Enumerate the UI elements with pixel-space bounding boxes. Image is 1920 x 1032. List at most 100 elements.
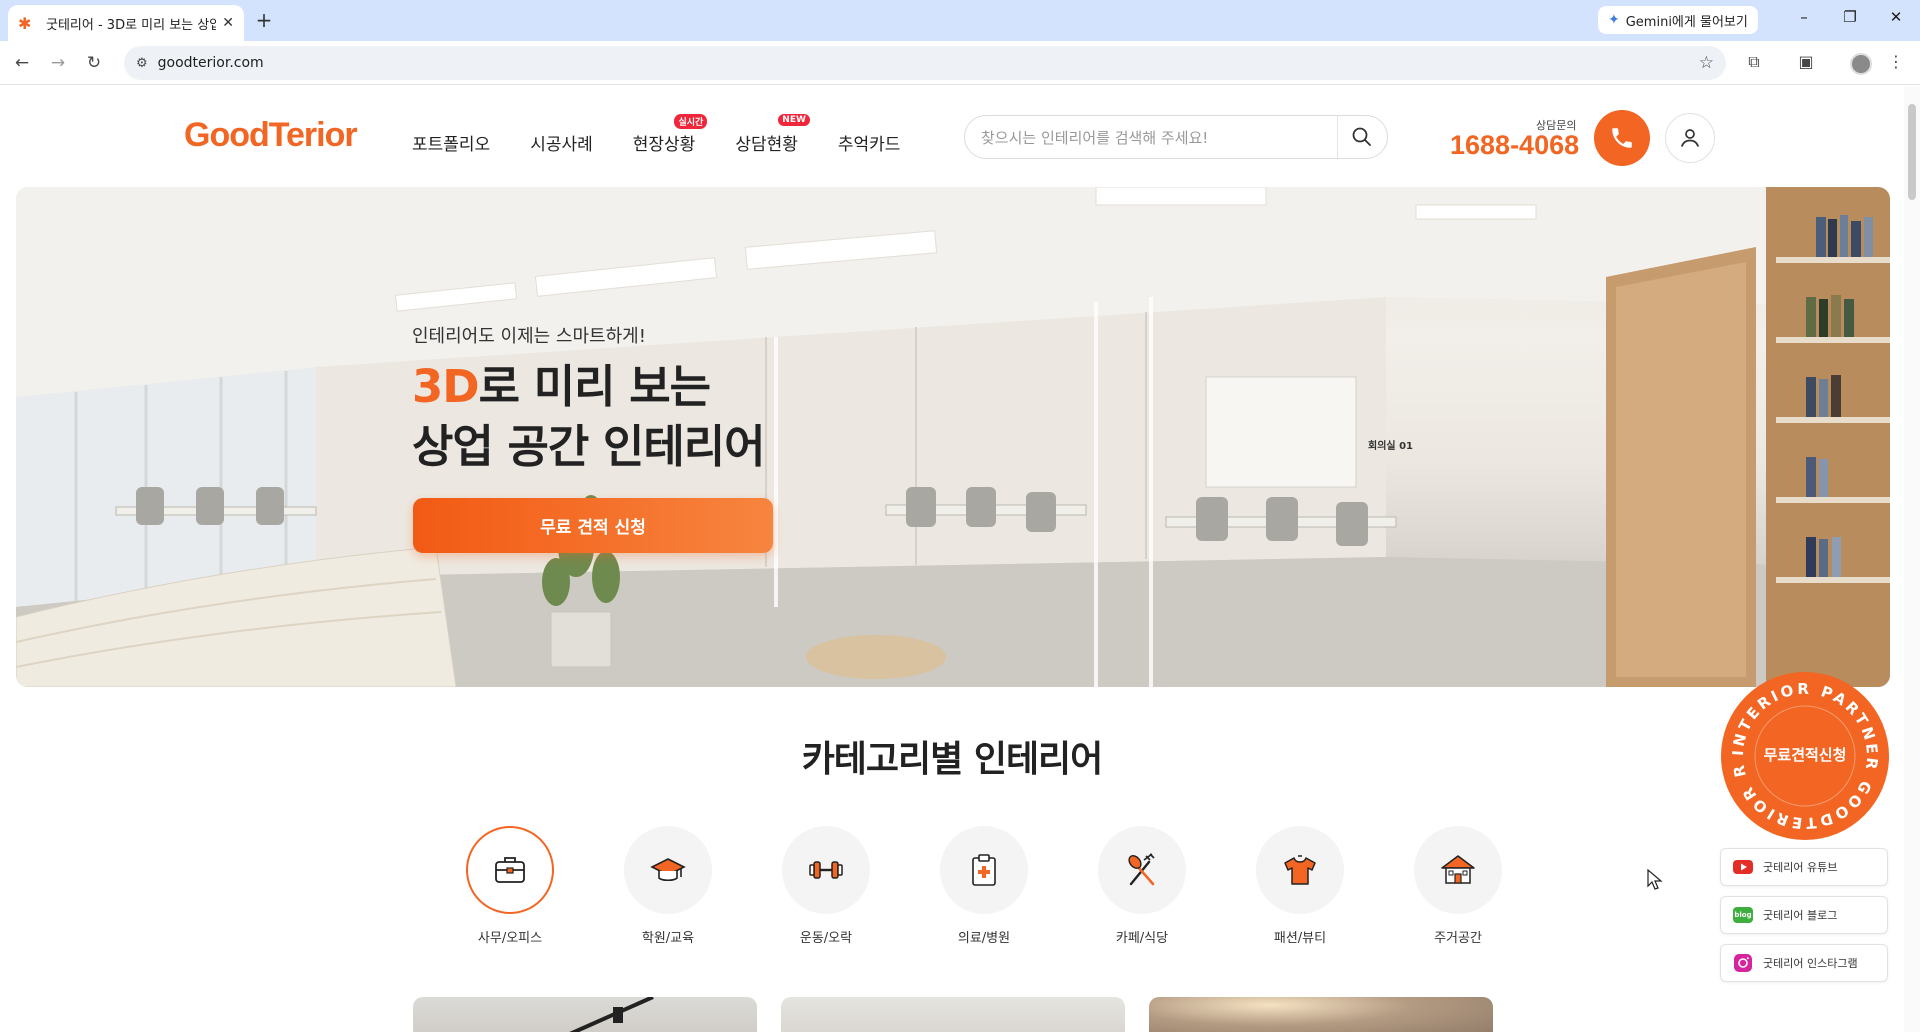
url-text: goodterior.com [157,55,264,71]
badge-center-label[interactable]: 무료견적신청 [1722,744,1888,765]
nav-item-portfolio[interactable]: 포트폴리오 [412,130,490,155]
nav-label: 포트폴리오 [412,135,491,155]
portfolio-thumbnails [413,997,1493,1032]
category-circle[interactable] [1414,826,1502,914]
office-render-image: 회의실 01 [16,187,1890,687]
instagram-label: 굿테리어 인스타그램 [1763,957,1858,970]
address-bar[interactable]: ⚙ goodterior.com ☆ [124,46,1726,80]
close-window-icon[interactable]: ✕ [1876,8,1916,26]
category-circle[interactable] [782,826,870,914]
nav-label: 시공사례 [530,135,593,155]
free-estimate-button[interactable]: 무료 견적 신청 [413,498,773,553]
instagram-link[interactable]: 굿테리어 인스타그램 [1720,944,1888,982]
menu-dots-icon[interactable]: ⋮ [1884,52,1908,71]
blog-label: 굿테리어 블로그 [1763,909,1838,922]
category-circle[interactable] [466,826,554,914]
search-icon[interactable] [1350,125,1374,149]
mouse-cursor-icon [1647,869,1663,890]
hero-title: 3D로 미리 보는 상업 공간 인테리어 [412,357,766,477]
new-badge: NEW [778,114,810,126]
forward-icon[interactable]: → [46,51,70,75]
portfolio-thumbnail[interactable] [781,997,1125,1032]
category-label: 의료/병원 [957,931,1011,946]
fork-spoon-icon [1128,853,1155,886]
nav-item-memory-card[interactable]: 추억카드 [838,130,901,155]
minimize-icon[interactable]: – [1784,8,1824,26]
nav-label: 추억카드 [837,135,901,155]
site-logo[interactable]: GoodTerior [184,116,358,155]
graduation-cap-icon [650,858,686,882]
nav-label: 현장상황 [632,135,696,155]
site-header: GoodTerior 포트폴리오 시공사례 현장상황 실시간 상담현황 NEW 추억… [0,86,1900,186]
category-circle[interactable] [1256,826,1344,914]
hero-title-line2: 상업 공간 인테리어 [412,420,766,473]
new-tab-button[interactable]: + [252,9,276,33]
browser-tab[interactable]: ✱ 굿테리어 - 3D로 미리 보는 상업 ✕ [8,5,244,41]
category-label: 운동/오락 [799,931,853,946]
scrollbar-thumb[interactable] [1908,104,1916,200]
category-list: 사무/오피스 학원/교육 운동/오락 의료/병원 카페/식당 패션/뷰티 주거공… [431,826,1537,946]
reload-icon[interactable]: ↻ [82,51,106,75]
user-account-button[interactable] [1665,113,1715,163]
category-circle[interactable] [624,826,712,914]
house-icon [1441,855,1475,884]
close-tab-icon[interactable]: ✕ [222,15,234,31]
portfolio-thumbnail[interactable] [1149,997,1493,1032]
category-label: 주거공간 [1434,931,1482,946]
nav-label: 상담현황 [735,135,798,155]
youtube-link[interactable]: 굿테리어 유튜브 [1720,848,1888,886]
hero-title-accent: 3D [412,360,480,413]
search-box [964,115,1388,159]
tab-search-icon[interactable]: ▣ [1794,52,1818,71]
category-label: 학원/교육 [641,931,695,946]
blog-link[interactable]: blog 굿테리어 블로그 [1720,896,1888,934]
back-icon[interactable]: ← [10,51,34,75]
restore-icon[interactable]: ❐ [1830,8,1870,26]
hero-banner: 회의실 01 인테리어도 이제는 스마트하게! 3D로 미리 보는 상업 공간 … [16,187,1890,687]
category-residential[interactable]: 주거공간 [1379,826,1537,946]
category-label: 카페/식당 [1115,931,1169,946]
category-fitness[interactable]: 운동/오락 [747,826,905,946]
user-icon [1681,129,1699,147]
gemini-sparkle-icon: ✦ [1608,12,1620,28]
extensions-icon[interactable]: ⧉ [1742,52,1766,72]
category-cafe[interactable]: 카페/식당 [1063,826,1221,946]
tab-title: 굿테리어 - 3D로 미리 보는 상업 [46,17,216,33]
gemini-button[interactable]: ✦ Gemini에게 물어보기 [1598,6,1758,34]
youtube-icon [1733,857,1753,877]
category-circle[interactable] [940,826,1028,914]
nav-item-cases[interactable]: 시공사례 [530,130,593,155]
nav-item-consult-status[interactable]: 상담현황 NEW [735,114,810,155]
category-circle[interactable] [1098,826,1186,914]
phone-icon [1612,128,1632,148]
category-label: 사무/오피스 [477,931,543,946]
youtube-label: 굿테리어 유튜브 [1763,861,1838,874]
browser-toolbar: ← → ↻ ⚙ goodterior.com ☆ ⧉ ▣ ⋮ [0,41,1920,85]
medical-clipboard-icon [972,854,996,886]
shirt-icon [1284,855,1316,885]
search-input[interactable] [981,126,1311,150]
live-badge: 실시간 [674,114,708,129]
site-favicon-icon: ✱ [18,13,32,33]
contact-number[interactable]: 1688-4068 [1450,130,1579,161]
category-office[interactable]: 사무/오피스 [431,826,589,946]
gemini-label: Gemini에게 물어보기 [1625,14,1748,30]
nav-item-site-status[interactable]: 현장상황 실시간 [632,114,708,155]
dumbbell-icon [809,861,843,879]
main-nav: 포트폴리오 시공사례 현장상황 실시간 상담현황 NEW 추억카드 [412,114,940,155]
profile-avatar[interactable] [1850,53,1872,75]
meeting-room-sign: 회의실 01 [1368,439,1413,452]
category-fashion[interactable]: 패션/뷰티 [1221,826,1379,946]
browser-tab-bar: ✱ 굿테리어 - 3D로 미리 보는 상업 ✕ + ✦ Gemini에게 물어보… [0,0,1920,41]
page-scrollbar[interactable] [1904,86,1920,1032]
category-education[interactable]: 학원/교육 [589,826,747,946]
briefcase-icon [495,857,525,883]
site-info-icon[interactable]: ⚙ [136,56,148,71]
call-button[interactable] [1594,110,1650,166]
portfolio-thumbnail[interactable] [413,997,757,1032]
bookmark-star-icon[interactable]: ☆ [1699,53,1714,73]
category-medical[interactable]: 의료/병원 [905,826,1063,946]
hero-subtitle: 인테리어도 이제는 스마트하게! [412,326,646,347]
category-label: 패션/뷰티 [1273,931,1327,946]
search-divider [1337,116,1338,158]
